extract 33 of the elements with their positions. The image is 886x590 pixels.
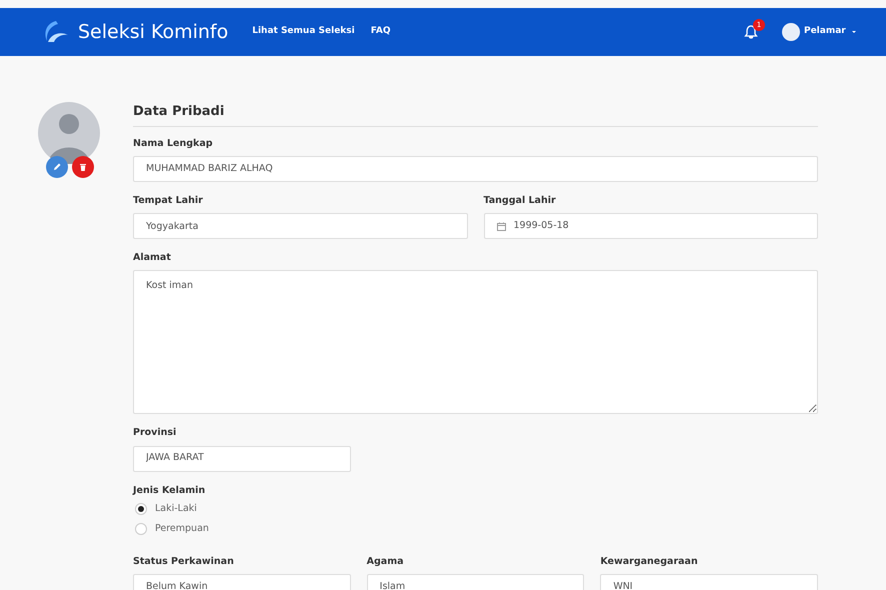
- date-field[interactable]: 1999-05-18: [484, 213, 818, 239]
- field-label: Provinsi: [133, 426, 178, 440]
- date-value: 1999-05-18: [514, 218, 569, 233]
- nav-link[interactable]: Lihat Semua Seleksi: [252, 25, 355, 39]
- user-avatar-icon: [782, 23, 800, 41]
- select-dropdown[interactable]: WNI: [600, 574, 818, 590]
- calendar-icon: [496, 222, 506, 230]
- brand-name[interactable]: Seleksi Kominfo: [78, 18, 228, 46]
- text-field[interactable]: Yogyakarta: [133, 213, 468, 239]
- field-label: Kewarganegaraan: [600, 554, 699, 569]
- user-menu[interactable]: Pelamar: [782, 23, 856, 41]
- radio-button[interactable]: [135, 502, 147, 515]
- radio-label: Laki-Laki: [155, 502, 197, 516]
- select-dropdown[interactable]: Islam: [366, 574, 584, 590]
- field-label: Tempat Lahir: [133, 194, 204, 208]
- select-dropdown[interactable]: Belum Kawin: [133, 574, 351, 590]
- address-textarea[interactable]: Kost iman: [133, 270, 818, 414]
- field-label: Status Perkawinan: [133, 554, 235, 569]
- field-label: Tanggal Lahir: [484, 194, 557, 208]
- field-label: Nama Lengkap: [133, 136, 214, 150]
- trash-icon: [78, 162, 88, 172]
- radio-label: Perempuan: [155, 522, 209, 536]
- radio-button[interactable]: [135, 522, 147, 535]
- pencil-icon: [52, 162, 62, 172]
- field-label: Agama: [366, 554, 405, 569]
- field-label: Jenis Kelamin: [133, 484, 206, 498]
- edit-photo-button[interactable]: [46, 156, 68, 178]
- delete-photo-button[interactable]: [72, 156, 94, 178]
- section-title: Data Pribadi: [133, 102, 818, 126]
- field-label: Alamat: [133, 251, 172, 265]
- nav-link[interactable]: FAQ: [370, 25, 390, 39]
- text-field[interactable]: MUHAMMAD BARIZ ALHAQ: [133, 156, 818, 182]
- bell-icon[interactable]: [744, 24, 758, 39]
